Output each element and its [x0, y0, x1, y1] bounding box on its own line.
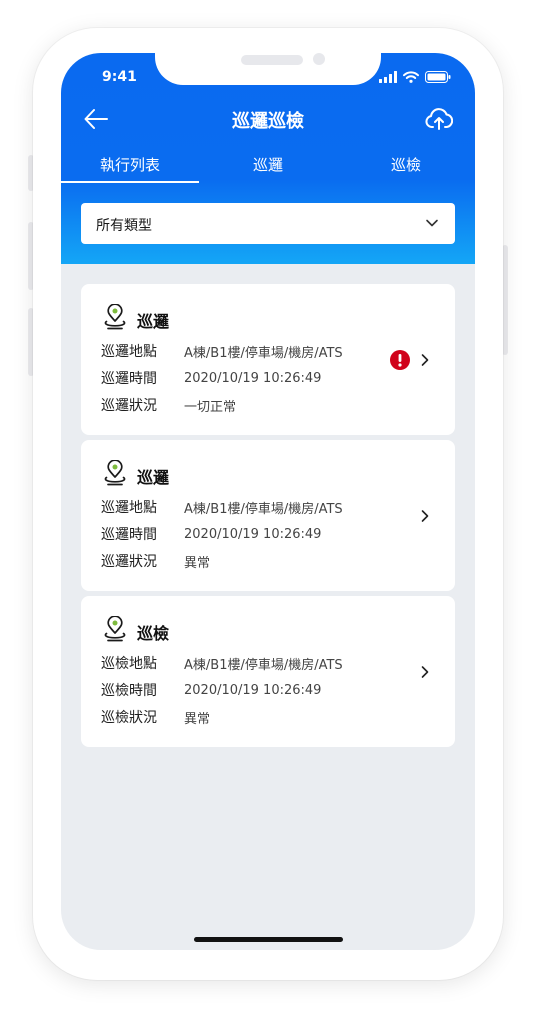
upload-button[interactable] [425, 106, 454, 132]
chevron-right-icon [421, 354, 429, 366]
tab-execution-list[interactable]: 執行列表 [61, 151, 199, 183]
card-row-time: 巡邏時間 2020/10/19 10:26:49 [101, 368, 321, 388]
card-title: 巡邏 [137, 312, 170, 331]
card-title: 巡檢 [137, 624, 170, 643]
card-row-time: 巡檢時間 2020/10/19 10:26:49 [101, 680, 321, 700]
battery-icon [425, 71, 451, 83]
row-value: 異常 [184, 555, 211, 571]
row-value: A棟/B1樓/停車場/機房/ATS [184, 345, 343, 361]
row-label: 巡邏時間 [101, 371, 157, 387]
type-filter-value: 所有類型 [96, 218, 152, 234]
speaker-grille [241, 55, 303, 65]
chevron-right-icon [421, 510, 429, 522]
card-row-status: 巡邏狀況 異常 [101, 551, 210, 571]
page-title: 巡邏巡檢 [232, 111, 304, 132]
row-value: 2020/10/19 10:26:49 [184, 682, 322, 698]
exclamation-circle-icon [390, 350, 410, 370]
row-value: 2020/10/19 10:26:49 [184, 526, 322, 542]
type-filter-select[interactable]: 所有類型 [81, 203, 455, 244]
card-row-location: 巡檢地點 A棟/B1樓/停車場/機房/ATS [101, 653, 343, 673]
row-label: 巡檢地點 [101, 656, 157, 672]
front-camera [313, 53, 325, 65]
row-value: 異常 [184, 711, 211, 727]
row-label: 巡檢狀況 [101, 710, 157, 726]
chevron-down-icon [426, 219, 438, 227]
wifi-icon [403, 71, 419, 83]
row-value: A棟/B1樓/停車場/機房/ATS [184, 657, 343, 673]
card-row-status: 巡檢狀況 異常 [101, 707, 210, 727]
row-label: 巡檢時間 [101, 683, 157, 699]
row-value: A棟/B1樓/停車場/機房/ATS [184, 501, 343, 517]
row-label: 巡邏時間 [101, 527, 157, 543]
location-pin-icon [104, 616, 126, 642]
row-value: 2020/10/19 10:26:49 [184, 370, 322, 386]
patrol-record-card[interactable]: 巡邏 巡邏地點 A棟/B1樓/停車場/機房/ATS 巡邏時間 2020/10/1… [81, 284, 455, 435]
app-screen: 9:41 巡邏巡檢 執行列表 巡邏 巡檢 所有類型 巡邏 巡邏地點 A棟/B1樓… [61, 53, 475, 950]
patrol-record-card[interactable]: 巡邏 巡邏地點 A棟/B1樓/停車場/機房/ATS 巡邏時間 2020/10/1… [81, 440, 455, 591]
status-icons [379, 71, 451, 83]
row-label: 巡邏狀況 [101, 554, 157, 570]
mockup-stage: 9:41 巡邏巡檢 執行列表 巡邏 巡檢 所有類型 巡邏 巡邏地點 A棟/B1樓… [0, 0, 536, 1009]
row-label: 巡邏狀況 [101, 398, 157, 414]
card-row-status: 巡邏狀況 一切正常 [101, 395, 236, 415]
signal-icon [379, 71, 397, 83]
home-indicator[interactable] [194, 937, 343, 942]
card-row-time: 巡邏時間 2020/10/19 10:26:49 [101, 524, 321, 544]
cloud-upload-icon [425, 108, 454, 130]
inspection-record-card[interactable]: 巡檢 巡檢地點 A棟/B1樓/停車場/機房/ATS 巡檢時間 2020/10/1… [81, 596, 455, 747]
row-label: 巡邏地點 [101, 500, 157, 516]
card-row-location: 巡邏地點 A棟/B1樓/停車場/機房/ATS [101, 497, 343, 517]
card-row-location: 巡邏地點 A棟/B1樓/停車場/機房/ATS [101, 341, 343, 361]
chevron-right-icon [421, 666, 429, 678]
row-label: 巡邏地點 [101, 344, 157, 360]
status-time: 9:41 [102, 69, 137, 85]
tab-patrol[interactable]: 巡邏 [199, 151, 337, 183]
tab-bar: 執行列表 巡邏 巡檢 [61, 151, 475, 183]
location-pin-icon [104, 460, 126, 486]
tab-inspection[interactable]: 巡檢 [337, 151, 475, 183]
location-pin-icon [104, 304, 126, 330]
row-value: 一切正常 [184, 399, 237, 415]
card-title: 巡邏 [137, 468, 170, 487]
